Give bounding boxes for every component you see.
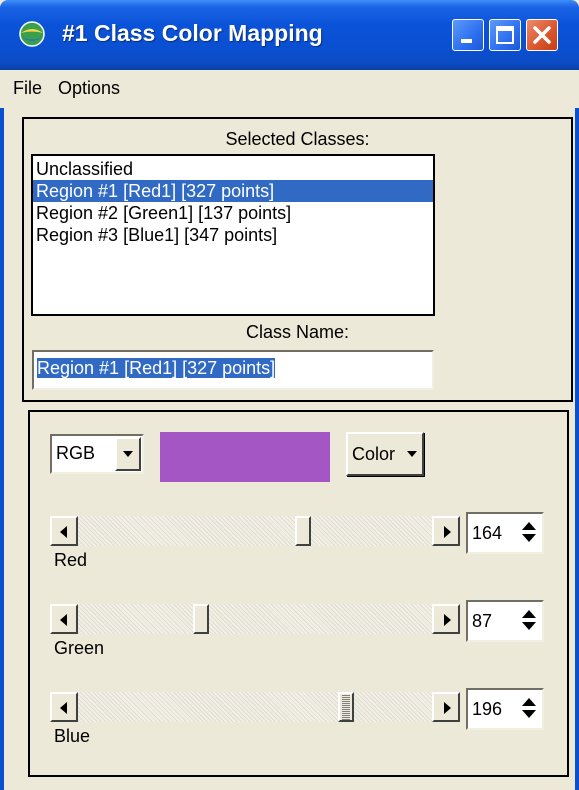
red-value-spinner[interactable]: 164 <box>466 512 544 554</box>
menu-bar: File Options <box>0 70 579 108</box>
green-value: 87 <box>472 611 493 631</box>
blue-slider[interactable] <box>50 692 460 722</box>
class-list[interactable]: Unclassified Region #1 [Red1] [327 point… <box>31 154 435 316</box>
green-decrement-button[interactable] <box>50 604 78 634</box>
minimize-icon <box>461 39 472 43</box>
color-model-dropdown-button[interactable] <box>115 437 141 471</box>
blue-increment-button[interactable] <box>432 692 460 722</box>
list-item[interactable]: Region #3 [Blue1] [347 points] <box>33 224 433 246</box>
red-value: 164 <box>472 523 503 543</box>
red-slider-row: Red 164 <box>50 512 550 592</box>
blue-label: Blue <box>54 726 91 746</box>
arrow-down-icon[interactable] <box>522 534 536 542</box>
red-slider[interactable] <box>50 516 460 546</box>
arrow-left-icon <box>60 526 67 538</box>
spinner-arrows[interactable] <box>522 610 536 632</box>
arrow-up-icon[interactable] <box>522 522 536 530</box>
arrow-down-icon[interactable] <box>522 710 536 718</box>
green-value-spinner[interactable]: 87 <box>466 600 544 642</box>
green-slider[interactable] <box>50 604 460 634</box>
green-label: Green <box>54 638 105 658</box>
close-button[interactable] <box>526 19 558 51</box>
green-slider-row: Green 87 <box>50 600 550 680</box>
title-bar[interactable]: #1 Class Color Mapping <box>0 0 579 70</box>
arrow-down-icon[interactable] <box>522 622 536 630</box>
window-border-right <box>575 70 579 790</box>
blue-value: 196 <box>472 699 503 719</box>
blue-value-spinner[interactable]: 196 <box>466 688 544 730</box>
arrow-right-icon <box>444 614 451 626</box>
list-item[interactable]: Unclassified <box>33 158 433 180</box>
arrow-up-icon[interactable] <box>522 610 536 618</box>
color-swatch <box>160 432 330 482</box>
color-menu-button[interactable]: Color <box>346 432 424 476</box>
red-decrement-button[interactable] <box>50 516 78 546</box>
arrow-up-icon[interactable] <box>522 698 536 706</box>
blue-slider-row: Blue 196 <box>50 688 550 768</box>
maximize-button[interactable] <box>489 19 521 51</box>
red-label: Red <box>54 550 88 570</box>
spinner-arrows[interactable] <box>522 698 536 720</box>
color-model-value: RGB <box>56 443 96 463</box>
blue-decrement-button[interactable] <box>50 692 78 722</box>
arrow-right-icon <box>444 702 451 714</box>
chevron-down-icon <box>123 451 133 457</box>
class-selection-panel: Selected Classes: Unclassified Region #1… <box>22 117 573 402</box>
color-model-select[interactable]: RGB <box>50 434 144 474</box>
blue-slider-thumb[interactable] <box>337 692 354 722</box>
menu-options[interactable]: Options <box>58 78 120 99</box>
class-name-label: Class Name: <box>245 322 350 342</box>
red-increment-button[interactable] <box>432 516 460 546</box>
globe-icon <box>19 21 45 47</box>
minimize-button[interactable] <box>452 19 484 51</box>
spinner-arrows[interactable] <box>522 522 536 544</box>
color-edit-panel: RGB Color Red 164 Green 87 Blue 196 <box>28 410 569 777</box>
class-name-value: Region #1 [Red1] [327 points] <box>37 358 276 378</box>
color-button-label: Color <box>352 444 396 464</box>
chevron-down-icon <box>407 451 417 457</box>
close-icon <box>533 26 551 44</box>
maximize-icon <box>496 26 514 44</box>
arrow-left-icon <box>60 614 67 626</box>
green-slider-thumb[interactable] <box>193 604 210 634</box>
list-item[interactable]: Region #1 [Red1] [327 points] <box>33 180 433 202</box>
selected-classes-label: Selected Classes: <box>225 129 370 149</box>
red-slider-thumb[interactable] <box>295 516 312 546</box>
arrow-right-icon <box>444 526 451 538</box>
window-title: #1 Class Color Mapping <box>62 20 323 46</box>
green-increment-button[interactable] <box>432 604 460 634</box>
list-item[interactable]: Region #2 [Green1] [137 points] <box>33 202 433 224</box>
window-border-left <box>0 70 4 790</box>
arrow-left-icon <box>60 702 67 714</box>
class-name-input[interactable]: Region #1 [Red1] [327 points] <box>32 350 434 390</box>
menu-file[interactable]: File <box>13 78 42 99</box>
